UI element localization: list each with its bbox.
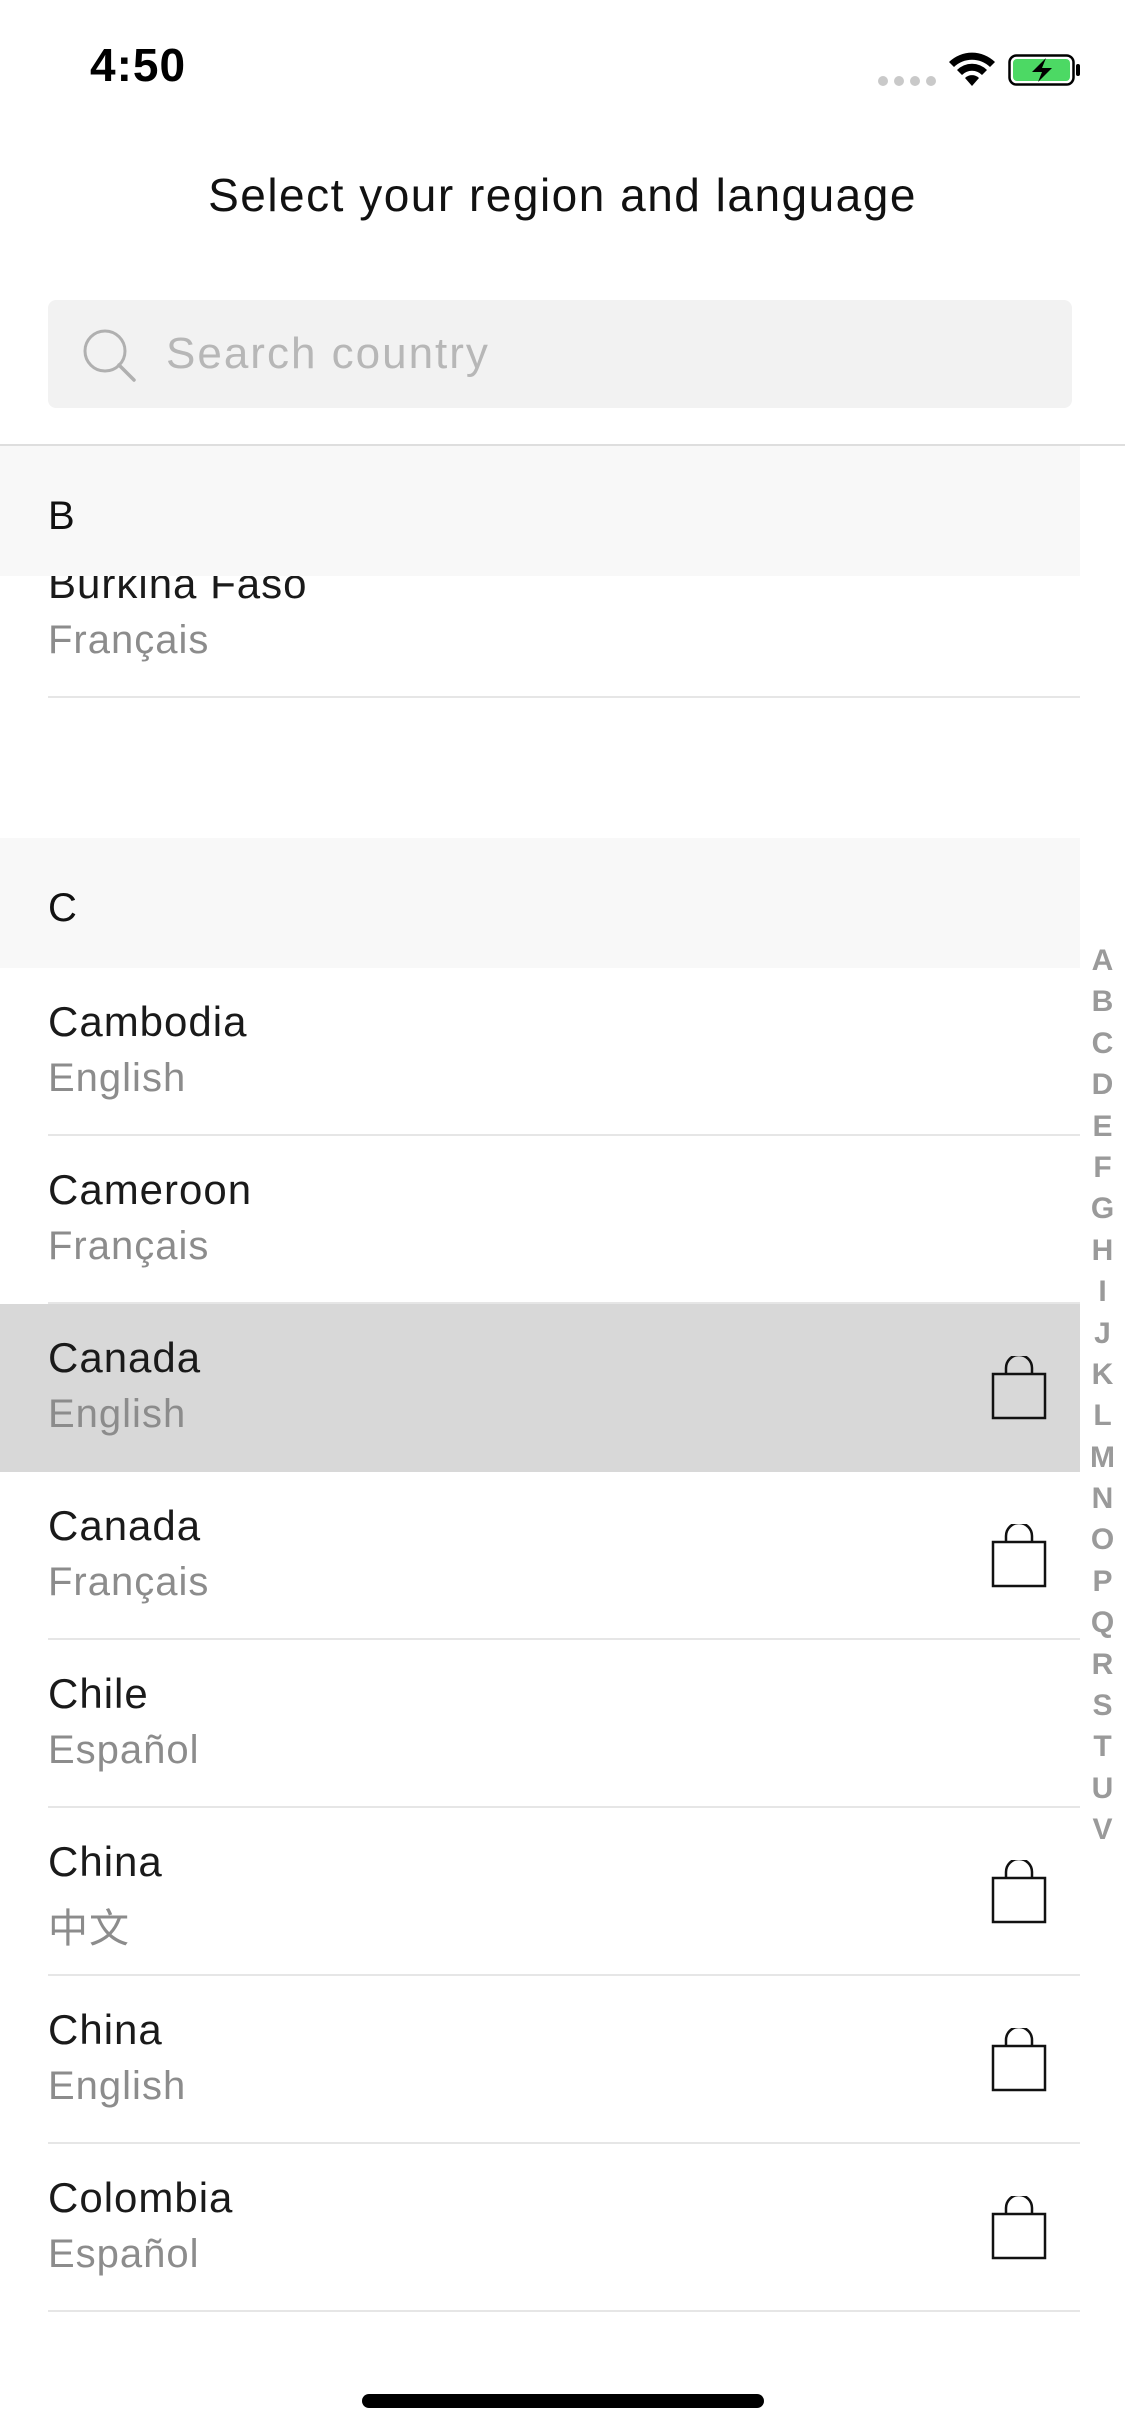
index-letter[interactable]: S: [1080, 1685, 1125, 1726]
row-divider: [48, 696, 1080, 698]
index-letter[interactable]: M: [1080, 1437, 1125, 1478]
index-letter[interactable]: C: [1080, 1023, 1125, 1064]
shopping-bag-icon: [990, 2193, 1048, 2260]
country-row[interactable]: Cameroon Français: [0, 1136, 1080, 1304]
language-name: Español: [48, 1728, 200, 1772]
country-row[interactable]: Colombia Español: [0, 2144, 1080, 2312]
language-name: Français: [48, 1560, 210, 1604]
index-letter[interactable]: L: [1080, 1395, 1125, 1436]
country-name: Colombia: [48, 2174, 234, 2221]
index-letter[interactable]: I: [1080, 1271, 1125, 1312]
alphabet-index[interactable]: ABCDEFGHIJKLMNOPQRSTUV: [1080, 940, 1125, 1851]
country-row[interactable]: China 中文: [0, 1808, 1080, 1976]
region-language-screen: 4:50 Select your region and language Eng…: [0, 0, 1125, 2436]
country-row[interactable]: Canada English: [0, 1304, 1080, 1472]
country-name: Canada: [48, 1334, 202, 1381]
country-name: China: [48, 2006, 163, 2053]
language-name: English: [48, 2064, 187, 2108]
search-box[interactable]: [48, 300, 1072, 408]
wifi-icon: [949, 52, 995, 86]
country-row[interactable]: Canada Français: [0, 1472, 1080, 1640]
index-letter[interactable]: P: [1080, 1561, 1125, 1602]
index-letter[interactable]: D: [1080, 1064, 1125, 1105]
shopping-bag-icon: [990, 1353, 1048, 1420]
shopping-bag-icon: [990, 2025, 1048, 2092]
language-name: Español: [48, 2232, 200, 2276]
language-name: 中文: [48, 1907, 130, 1951]
country-list[interactable]: EnglishBurkina FasoFrançaisBCambodiaEngl…: [0, 446, 1080, 2316]
index-letter[interactable]: H: [1080, 1230, 1125, 1271]
country-row[interactable]: Chile Español: [0, 1640, 1080, 1808]
index-letter[interactable]: B: [1080, 981, 1125, 1022]
country-name: Cambodia: [48, 998, 248, 1045]
index-letter[interactable]: T: [1080, 1726, 1125, 1767]
country-name: China: [48, 1838, 163, 1885]
shopping-bag-icon: [990, 1521, 1048, 1588]
home-indicator[interactable]: [362, 2394, 764, 2408]
index-letter[interactable]: O: [1080, 1519, 1125, 1560]
index-letter[interactable]: G: [1080, 1188, 1125, 1229]
shopping-bag-icon: [990, 1857, 1048, 1924]
language-name: English: [48, 1056, 187, 1100]
index-letter[interactable]: K: [1080, 1354, 1125, 1395]
language-name: English: [48, 1392, 187, 1436]
search-icon: [83, 329, 136, 382]
index-letter[interactable]: A: [1080, 940, 1125, 981]
index-letter[interactable]: E: [1080, 1106, 1125, 1147]
index-letter[interactable]: J: [1080, 1313, 1125, 1354]
page-title: Select your region and language: [208, 169, 917, 221]
row-divider: [48, 2310, 1080, 2312]
signal-icon: [878, 76, 936, 88]
index-letter[interactable]: N: [1080, 1478, 1125, 1519]
section-letter: C: [48, 886, 77, 930]
country-name: Cameroon: [48, 1166, 253, 1213]
index-letter[interactable]: R: [1080, 1644, 1125, 1685]
index-letter[interactable]: U: [1080, 1768, 1125, 1809]
country-name: Chile: [48, 1670, 149, 1717]
index-letter[interactable]: V: [1080, 1809, 1125, 1850]
language-name: Français: [48, 1224, 210, 1268]
battery-charging-icon: [1008, 54, 1080, 86]
section-header: C: [0, 838, 1080, 968]
section-letter: B: [48, 494, 75, 538]
index-letter[interactable]: F: [1080, 1147, 1125, 1188]
status-bar: 4:50: [0, 0, 1125, 140]
country-row[interactable]: China English: [0, 1976, 1080, 2144]
search-input[interactable]: [166, 300, 1046, 408]
index-letter[interactable]: Q: [1080, 1602, 1125, 1643]
section-header: B: [0, 446, 1080, 576]
status-time: 4:50: [90, 39, 187, 91]
country-name: Canada: [48, 1502, 202, 1549]
language-name: Français: [48, 618, 210, 662]
country-row[interactable]: Cambodia English: [0, 968, 1080, 1136]
